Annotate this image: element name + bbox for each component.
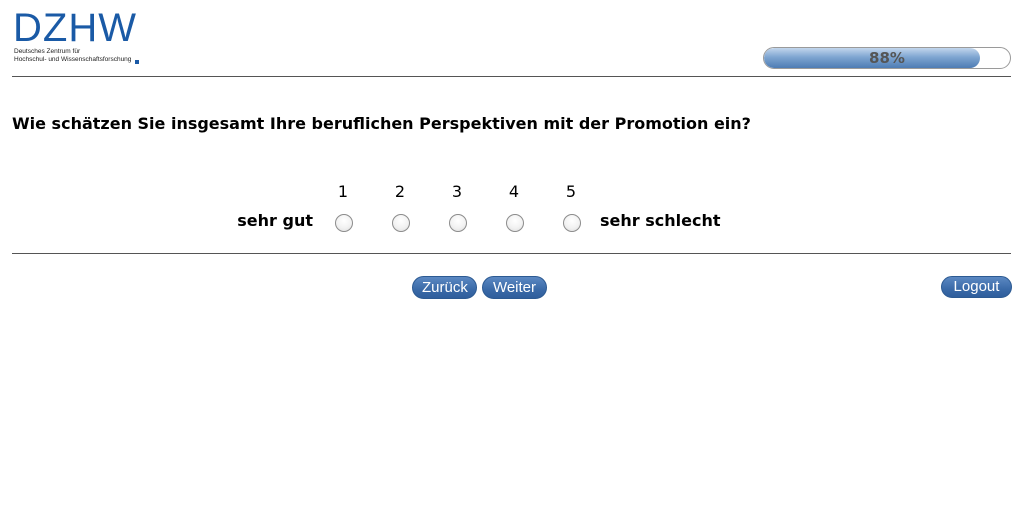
logo-subtitle-line1: Deutsches Zentrum für (14, 48, 81, 55)
progress-bar: 88% (763, 47, 1011, 69)
radio-option-5[interactable] (563, 214, 581, 232)
back-button[interactable]: Zurück (412, 276, 477, 299)
progress-label: 88% (869, 49, 905, 67)
radio-option-4[interactable] (506, 214, 524, 232)
scale-anchor-right: sehr schlecht (600, 211, 721, 230)
next-button[interactable]: Weiter (482, 276, 547, 299)
logo-subtitle: Deutsches Zentrum für Hochschul- und Wis… (14, 48, 131, 64)
radio-option-3[interactable] (449, 214, 467, 232)
scale-number-4: 4 (508, 182, 520, 201)
scale-anchor-left: sehr gut (237, 211, 313, 230)
logout-button[interactable]: Logout (941, 276, 1012, 298)
logo-wordmark: DZHW (13, 6, 137, 50)
dzhw-logo: DZHW Deutsches Zentrum für Hochschul- un… (13, 8, 153, 68)
radio-option-1[interactable] (335, 214, 353, 232)
footer-divider (12, 253, 1011, 254)
scale-number-5: 5 (565, 182, 577, 201)
scale-number-2: 2 (394, 182, 406, 201)
survey-page: DZHW Deutsches Zentrum für Hochschul- un… (0, 0, 1024, 505)
question-text: Wie schätzen Sie insgesamt Ihre beruflic… (12, 114, 751, 133)
logo-subtitle-line2: Hochschul- und Wissenschaftsforschung (14, 56, 132, 63)
header-divider (12, 76, 1011, 77)
logo-square-icon (135, 60, 139, 64)
radio-option-2[interactable] (392, 214, 410, 232)
scale-number-3: 3 (451, 182, 463, 201)
scale-number-1: 1 (337, 182, 349, 201)
